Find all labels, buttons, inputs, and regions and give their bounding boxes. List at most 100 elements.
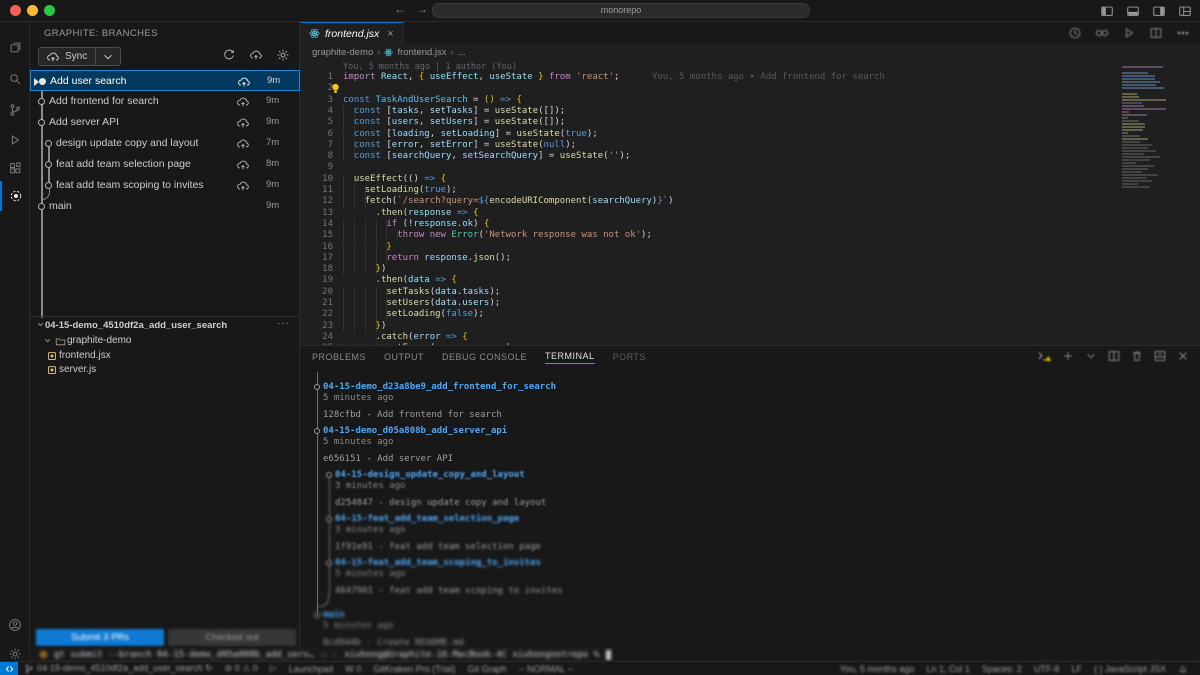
gear-icon[interactable] [276, 48, 290, 62]
cloud-upload-icon[interactable] [236, 116, 250, 130]
more-actions-icon[interactable]: ··· [277, 318, 290, 329]
status-encoding[interactable]: UTF-8 [1028, 664, 1066, 674]
branch-row-feat-add-team-scoping-to-invites[interactable]: feat add team scoping to invites9m [30, 175, 300, 196]
cloud-upload-icon[interactable] [249, 48, 263, 62]
status-w-counter[interactable]: W 0 [339, 664, 367, 674]
activity-item-explorer[interactable] [0, 32, 29, 62]
submit-prs-button[interactable]: Submit 3 PRs [36, 629, 164, 646]
branch-row-feat-add-team-selection-page[interactable]: feat add team selection page8m [30, 154, 300, 175]
customize-layout-icon[interactable] [1178, 4, 1192, 18]
line-number: 7 [300, 140, 333, 151]
breadcrumb-file[interactable]: frontend.jsx [397, 47, 446, 58]
cloud-upload-icon[interactable] [237, 75, 251, 89]
terminal[interactable]: 04-15-demo_d23a8be9_add_frontend_for_sea… [300, 366, 1200, 649]
log-branch-name[interactable]: 04-15-demo_d23a8be9_add_frontend_for_sea… [323, 382, 556, 393]
status-gitkraken[interactable]: GitKraken Pro (Trial) [367, 664, 461, 674]
cloud-upload-icon[interactable] [236, 95, 250, 109]
status-notifications[interactable] [1172, 664, 1194, 674]
status-git-graph[interactable]: Git Graph [461, 664, 512, 674]
back-arrow-icon[interactable]: ← [392, 2, 408, 16]
close-window-button[interactable] [10, 5, 21, 16]
log-branch-name[interactable]: 04-15-demo_d05a808b_add_server_api [323, 426, 507, 437]
sync-button[interactable]: Sync [38, 47, 121, 66]
status-run-task[interactable]: ▷ [264, 663, 283, 674]
history-icon[interactable] [1068, 26, 1082, 40]
status-blame[interactable]: You, 5 months ago [834, 664, 921, 674]
status-cursor-position[interactable]: Ln 1, Col 1 [920, 664, 976, 674]
line-text: setLoading(false); [343, 309, 484, 320]
tree-folder-row[interactable]: graphite-demo [30, 334, 300, 349]
toggle-sidebar-icon[interactable] [1100, 4, 1114, 18]
status-eol[interactable]: LF [1065, 664, 1088, 674]
line-number: 1 [300, 72, 333, 83]
line-text: setTasks(data.tasks); [343, 287, 500, 298]
cloud-upload-icon[interactable] [236, 158, 250, 172]
branch-row-add-server-api[interactable]: Add server API9m [30, 112, 300, 133]
command-center-search[interactable]: monorepo [432, 3, 810, 18]
toggle-secondary-sidebar-icon[interactable] [1152, 4, 1166, 18]
activity-item-search[interactable] [0, 64, 29, 94]
activity-item-run-debug[interactable] [0, 125, 29, 155]
code-editor[interactable]: You, 5 months ago | 1 author (You) 1impo… [300, 60, 1200, 345]
cloud-upload-icon[interactable] [236, 179, 250, 193]
status-vim-mode[interactable]: -- NORMAL -- [512, 664, 579, 674]
code-line-8: 8 const [searchQuery, setSearchQuery] = … [300, 151, 1200, 162]
status-git-branch[interactable]: 04-15-demo_4510df2a_add_user_search ↻ [18, 663, 219, 674]
activity-item-extensions[interactable] [0, 153, 29, 183]
tree-section-header[interactable]: 04-15-demo_4510df2a_add_user_search ··· [30, 317, 300, 334]
log-branch-name[interactable]: 04-15-feat_add_team_selection_page [335, 514, 541, 525]
breadcrumb-symbol[interactable]: ... [458, 47, 466, 58]
run-file-icon[interactable] [1122, 26, 1136, 40]
split-terminal-icon[interactable] [1107, 349, 1121, 363]
checked-out-button[interactable]: Checked out [168, 629, 296, 646]
branch-row-design-update-copy-and-layout[interactable]: design update copy and layout7m [30, 133, 300, 154]
log-branch-name[interactable]: 04-15-feat_add_team_scoping_to_invites [335, 558, 563, 569]
lightbulb-icon[interactable] [331, 83, 340, 94]
remote-indicator[interactable] [0, 662, 18, 675]
toggle-panel-icon[interactable] [1126, 4, 1140, 18]
panel-tab-debug-console[interactable]: DEBUG CONSOLE [442, 349, 527, 364]
status-launchpad[interactable]: Launchpad [283, 664, 340, 674]
cloud-upload-icon[interactable] [236, 137, 250, 151]
panel-tab-ports[interactable]: PORTS [613, 349, 646, 364]
graphite-sidebar: GRAPHITE: BRANCHES Sync Add user search9… [30, 22, 300, 648]
maximize-panel-icon[interactable] [1153, 349, 1167, 363]
minimap[interactable] [1120, 60, 1168, 345]
terminal-warning-icon[interactable] [1037, 350, 1052, 363]
status-problems[interactable]: ⊘ 0 ⚠ 0 [219, 663, 264, 674]
tab-frontend-jsx[interactable]: frontend.jsx × [300, 22, 404, 44]
code-line-20: 20 setTasks(data.tasks); [300, 287, 1200, 298]
log-branch-name[interactable]: main [323, 610, 464, 621]
split-editor-icon[interactable] [1149, 26, 1163, 40]
blame-codelens[interactable]: You, 5 months ago | 1 author (You) [343, 62, 517, 72]
panel-tab-terminal[interactable]: TERMINAL [545, 348, 595, 364]
log-branch-name[interactable]: 04-15-design_update_copy_and_layout [335, 470, 546, 481]
sync-dropdown-button[interactable] [95, 48, 120, 65]
activity-item-graphite[interactable] [0, 181, 29, 211]
branch-row-main[interactable]: main9m [30, 196, 300, 217]
activity-item-account[interactable] [0, 610, 29, 640]
panel-tab-output[interactable]: OUTPUT [384, 349, 424, 364]
terminal-prompt-row[interactable]: gt submit --branch 04-15-demo_d05a808b_a… [30, 648, 1200, 661]
status-indentation[interactable]: Spaces: 2 [976, 664, 1028, 674]
branch-row-add-frontend-for-search[interactable]: Add frontend for search9m [30, 91, 300, 112]
zoom-window-button[interactable] [44, 5, 55, 16]
forward-arrow-icon[interactable]: → [414, 2, 430, 16]
file-row-server.js[interactable]: server.js [30, 363, 300, 378]
refresh-icon[interactable] [222, 48, 236, 62]
close-tab-icon[interactable]: × [387, 28, 393, 40]
terminal-picker-icon[interactable] [1084, 349, 1098, 363]
branch-row-add-user-search[interactable]: Add user search9m [30, 70, 300, 91]
panel-tab-problems[interactable]: PROBLEMS [312, 349, 366, 364]
new-terminal-icon[interactable] [1061, 349, 1075, 363]
minimap-line [1122, 180, 1152, 182]
status-language[interactable]: { } JavaScript JSX [1088, 664, 1172, 674]
activity-item-source-control[interactable] [0, 95, 29, 125]
kill-terminal-icon[interactable] [1130, 349, 1144, 363]
minimize-window-button[interactable] [27, 5, 38, 16]
file-row-frontend.jsx[interactable]: frontend.jsx [30, 349, 300, 364]
close-panel-icon[interactable] [1176, 349, 1190, 363]
more-actions-icon[interactable] [1176, 26, 1190, 40]
open-changes-icon[interactable] [1095, 26, 1109, 40]
breadcrumb-folder[interactable]: graphite-demo [312, 47, 373, 58]
